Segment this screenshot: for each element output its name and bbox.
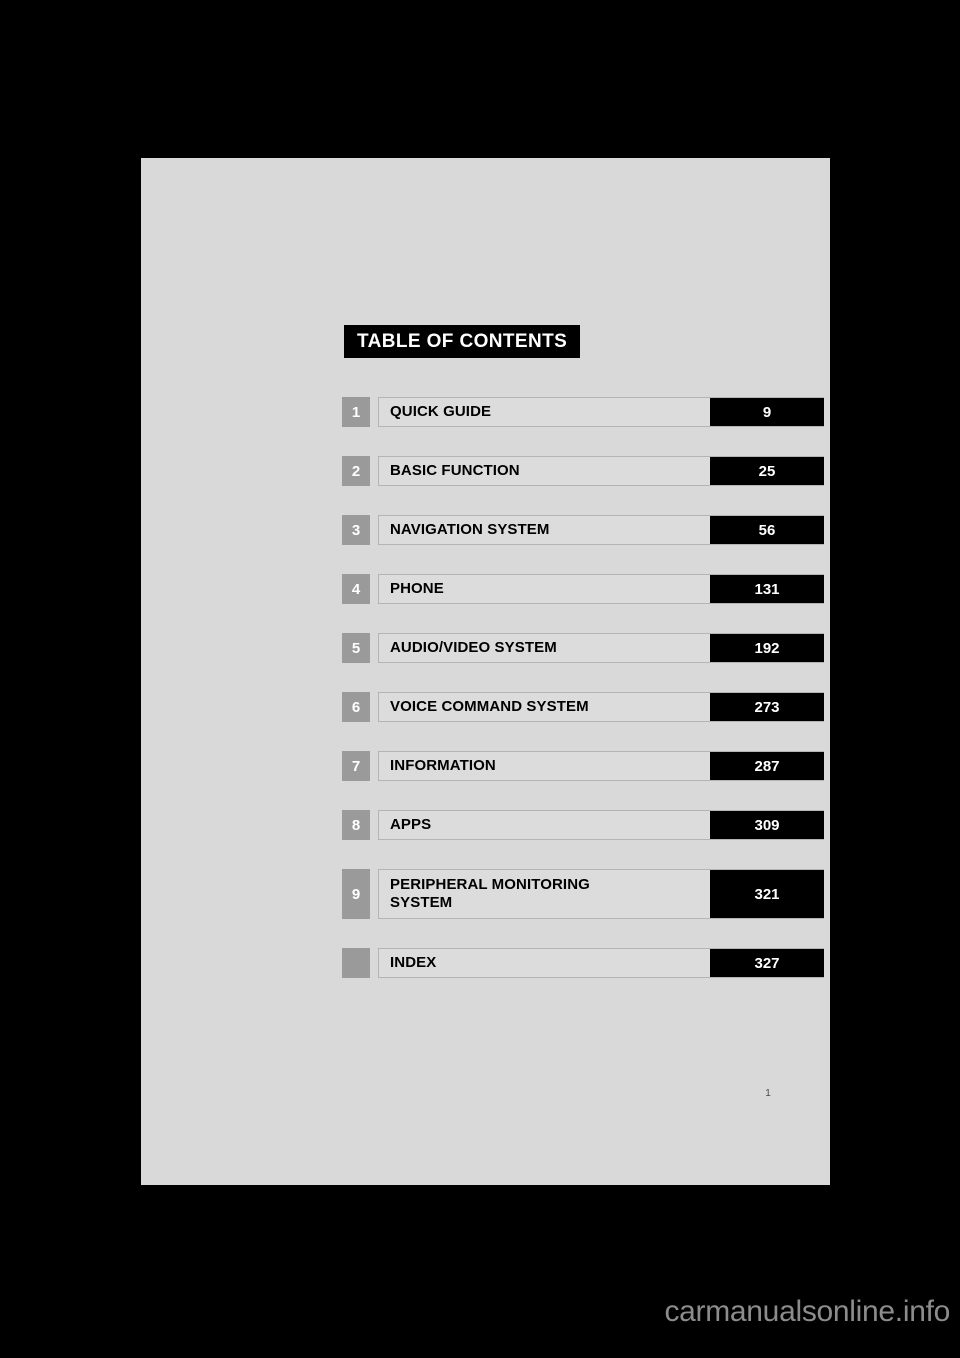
toc-entry-page-number[interactable]: 131 <box>710 575 824 603</box>
toc-entry[interactable]: 9 PERIPHERAL MONITORING SYSTEM 321 <box>342 869 824 919</box>
toc-entry[interactable]: 5 AUDIO/VIDEO SYSTEM 192 <box>342 633 824 663</box>
toc-entry-title-line1: AUDIO/VIDEO SYSTEM <box>390 639 557 656</box>
manual-page-screenshot: { "document": { "banner_title": "TABLE O… <box>0 0 960 1358</box>
toc-entry-title: APPS <box>379 811 710 839</box>
manual-page: TABLE OF CONTENTS 1 QUICK GUIDE 9 2 BASIC FU… <box>141 158 830 1185</box>
toc-entry-bar[interactable]: PERIPHERAL MONITORING SYSTEM 321 <box>378 869 824 919</box>
chapter-number-2: 2 <box>342 456 370 486</box>
site-watermark: carmanualsonline.info <box>664 1295 950 1328</box>
toc-entry[interactable]: 4 PHONE 131 <box>342 574 824 604</box>
toc-entry-bar[interactable]: QUICK GUIDE 9 <box>378 397 824 427</box>
chapter-number-1: 1 <box>342 397 370 427</box>
table-of-contents-banner: TABLE OF CONTENTS <box>344 325 581 358</box>
toc-entry-bar[interactable]: APPS 309 <box>378 810 824 840</box>
toc-entry-bar[interactable]: INDEX 327 <box>378 948 824 978</box>
toc-entry-page-number[interactable]: 309 <box>710 811 824 839</box>
toc-entry-title: NAVIGATION SYSTEM <box>379 516 710 544</box>
folio-page-number: 1 <box>765 1088 771 1099</box>
toc-entry-bar[interactable]: AUDIO/VIDEO SYSTEM 192 <box>378 633 824 663</box>
toc-entry-title-line1: VOICE COMMAND SYSTEM <box>390 698 589 715</box>
toc-entry-page-number[interactable]: 321 <box>710 870 824 918</box>
toc-entry-page-number[interactable]: 56 <box>710 516 824 544</box>
toc-entry-page-number[interactable]: 273 <box>710 693 824 721</box>
chapter-number-5: 5 <box>342 633 370 663</box>
toc-entry-bar[interactable]: NAVIGATION SYSTEM 56 <box>378 515 824 545</box>
toc-entry[interactable]: 2 BASIC FUNCTION 25 <box>342 456 824 486</box>
toc-entry-bar[interactable]: VOICE COMMAND SYSTEM 273 <box>378 692 824 722</box>
toc-entry-bar[interactable]: BASIC FUNCTION 25 <box>378 456 824 486</box>
toc-entry-page-number[interactable]: 327 <box>710 949 824 977</box>
toc-entry-title-line1: NAVIGATION SYSTEM <box>390 521 550 538</box>
toc-entry-title-line1: PHONE <box>390 580 444 597</box>
toc-entry-page-number[interactable]: 25 <box>710 457 824 485</box>
toc-entry-page-number[interactable]: 192 <box>710 634 824 662</box>
toc-entry-title: INDEX <box>379 949 710 977</box>
toc-entry-title-line1: APPS <box>390 816 432 833</box>
toc-entry[interactable]: 3 NAVIGATION SYSTEM 56 <box>342 515 824 545</box>
toc-entry-title: QUICK GUIDE <box>379 398 710 426</box>
page-title: TABLE OF CONTENTS <box>357 330 568 352</box>
toc-entry-page-number[interactable]: 9 <box>710 398 824 426</box>
chapter-number-6: 6 <box>342 692 370 722</box>
toc-entry-bar[interactable]: PHONE 131 <box>378 574 824 604</box>
toc-entry[interactable]: 7 INFORMATION 287 <box>342 751 824 781</box>
chapter-number-8: 8 <box>342 810 370 840</box>
toc-entry-title-line2: SYSTEM <box>390 894 453 911</box>
chapter-number-9: 9 <box>342 869 370 919</box>
toc-entry[interactable]: 8 APPS 309 <box>342 810 824 840</box>
toc-entry-bar[interactable]: INFORMATION 287 <box>378 751 824 781</box>
table-of-contents-list: 1 QUICK GUIDE 9 2 BASIC FUNCTION 25 3 NAVIGATIO… <box>342 397 824 978</box>
toc-entry-title: PERIPHERAL MONITORING SYSTEM <box>379 870 710 918</box>
toc-entry-title: AUDIO/VIDEO SYSTEM <box>379 634 710 662</box>
chapter-number-blank <box>342 948 370 978</box>
toc-entry-title-line1: PERIPHERAL MONITORING <box>390 876 590 893</box>
toc-entry-title: VOICE COMMAND SYSTEM <box>379 693 710 721</box>
toc-entry[interactable]: INDEX 327 <box>342 948 824 978</box>
chapter-number-4: 4 <box>342 574 370 604</box>
chapter-number-3: 3 <box>342 515 370 545</box>
toc-entry-title-line1: INDEX <box>390 954 437 971</box>
toc-entry[interactable]: 6 VOICE COMMAND SYSTEM 273 <box>342 692 824 722</box>
toc-entry-title: BASIC FUNCTION <box>379 457 710 485</box>
toc-entry-title: INFORMATION <box>379 752 710 780</box>
toc-entry-title-line1: QUICK GUIDE <box>390 403 492 420</box>
toc-entry[interactable]: 1 QUICK GUIDE 9 <box>342 397 824 427</box>
toc-entry-title-line1: BASIC FUNCTION <box>390 462 520 479</box>
chapter-number-7: 7 <box>342 751 370 781</box>
toc-entry-title: PHONE <box>379 575 710 603</box>
toc-entry-title-line1: INFORMATION <box>390 757 496 774</box>
toc-entry-page-number[interactable]: 287 <box>710 752 824 780</box>
